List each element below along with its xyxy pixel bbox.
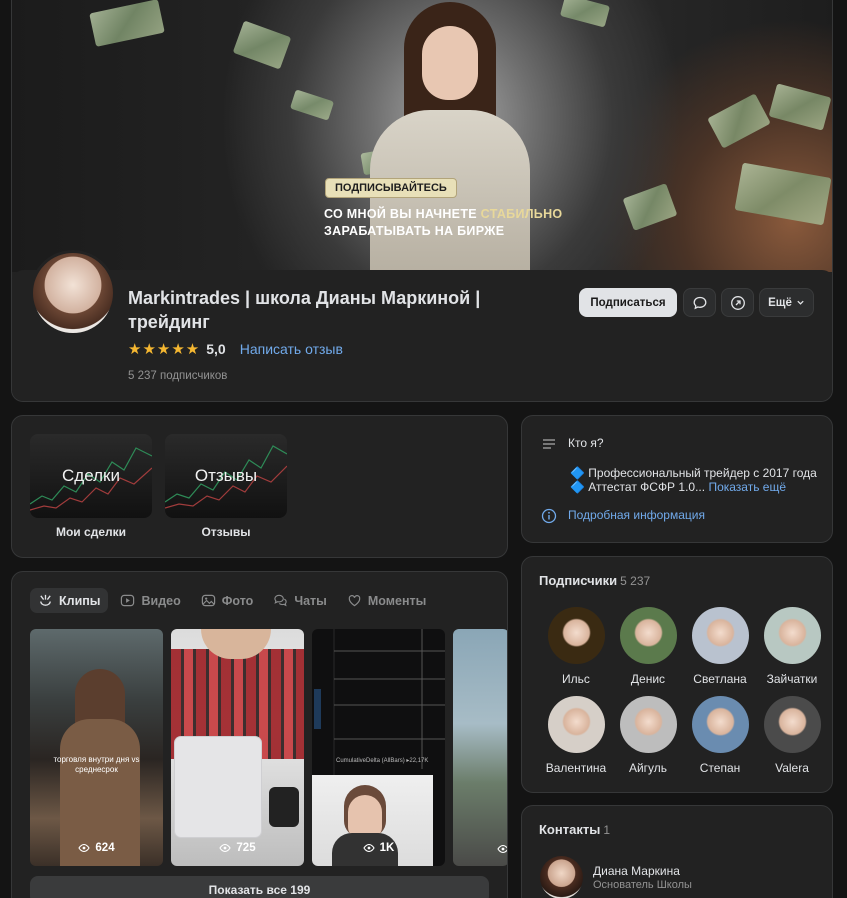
profile-header: ПОДПИСЫВАЙТЕСЬ СО МНОЙ ВЫ НАЧНЕТЕ СТАБИЛ…	[11, 0, 833, 402]
follower-name: Валентина	[545, 761, 607, 775]
eye-icon	[363, 843, 375, 853]
clip-card[interactable]: CumulativeDelta (AllBars) ▸22,17K 1K	[312, 629, 445, 866]
contact-name[interactable]: Диана Маркина	[593, 864, 680, 878]
contact-avatar[interactable]	[540, 856, 583, 898]
photo-icon	[201, 594, 215, 607]
eye-icon	[219, 843, 232, 853]
tab-chats[interactable]: Чаты	[265, 588, 335, 613]
tab-video[interactable]: Видео	[112, 588, 188, 613]
clip-caption: торговля внутри дня vs среднесрок	[53, 755, 140, 774]
about-line: 🔷 Профессиональный трейдер с 2017 года	[570, 466, 817, 480]
eye-icon	[78, 843, 91, 853]
clip-views	[453, 844, 507, 854]
shortcut-caption[interactable]: Мои сделки	[30, 525, 152, 539]
follower-name: Valera	[775, 761, 809, 775]
followers-title[interactable]: Подписчики 5 237	[539, 573, 650, 588]
follower-avatar[interactable]	[547, 696, 605, 753]
clip-overlay-text: CumulativeDelta (AllBars) ▸22,17K	[336, 758, 429, 764]
follower-avatar[interactable]	[691, 607, 749, 664]
message-button[interactable]	[683, 288, 716, 317]
shortcut-caption[interactable]: Отзывы	[165, 525, 287, 539]
subscribers-count[interactable]: 5 237 подписчиков	[128, 370, 227, 382]
follower-avatar[interactable]	[547, 607, 605, 664]
clip-views: 725	[171, 842, 304, 854]
follower-item[interactable]: Зайчатки	[756, 607, 828, 686]
rating-stars: ★★★★★	[128, 341, 201, 358]
list-icon	[543, 439, 555, 449]
rating-value: 5,0	[206, 341, 226, 357]
chevron-down-icon	[797, 300, 804, 305]
show-more-link[interactable]: Показать ещё	[708, 480, 786, 494]
cover-slogan-line-2: ЗАРАБАТЫВАТЬ НА БИРЖЕ	[324, 224, 505, 238]
shortcut-tile-deals[interactable]: Сделки	[30, 434, 152, 518]
chat-bubble-icon	[693, 296, 706, 309]
shortcut-tile-label: Отзывы	[194, 466, 258, 485]
followers-panel: Подписчики 5 237 Ильс Денис Светлана Зайчатк…	[521, 556, 833, 793]
rating-row: ★★★★★ 5,0 Написать отзыв	[128, 340, 343, 358]
follower-item[interactable]: Ильс	[540, 607, 612, 686]
clip-views: 1K	[312, 842, 445, 854]
clip-card[interactable]: 725	[171, 629, 304, 866]
cover-image: ПОДПИСЫВАЙТЕСЬ СО МНОЙ ВЫ НАЧНЕТЕ СТАБИЛ…	[12, 0, 832, 272]
subscribe-button[interactable]: Подписаться	[579, 288, 677, 317]
clip-card[interactable]	[453, 629, 507, 866]
shortcut-tile-reviews[interactable]: Отзывы	[165, 434, 287, 518]
clips-icon	[40, 594, 51, 606]
moments-icon	[348, 595, 361, 607]
follower-item[interactable]: Валентина	[540, 696, 612, 775]
follower-item[interactable]: Valera	[756, 696, 828, 775]
page-title: Markintrades | школа Дианы Маркиной | тр…	[128, 288, 481, 332]
eye-icon	[497, 844, 507, 854]
more-label: Ещё	[768, 296, 792, 309]
follower-name: Степан	[699, 761, 741, 775]
about-line: 🔷 Аттестат ФСФР 1.0... Показать ещё	[570, 480, 787, 494]
follower-avatar[interactable]	[763, 607, 821, 664]
share-button[interactable]	[721, 288, 754, 317]
more-button[interactable]: Ещё	[759, 288, 814, 317]
write-review-link[interactable]: Написать отзыв	[240, 341, 343, 357]
media-panel: Клипы Видео Фото Чаты Моменты торговля в…	[11, 571, 508, 898]
info-icon	[541, 508, 557, 524]
follower-avatar[interactable]	[691, 696, 749, 753]
follower-name: Светлана	[693, 672, 747, 686]
detailed-info-link[interactable]: Подробная информация	[568, 508, 705, 522]
follower-name: Ильс	[562, 672, 590, 686]
follower-item[interactable]: Айгуль	[612, 696, 684, 775]
cover-slogan-line-1: СО МНОЙ ВЫ НАЧНЕТЕ СТАБИЛЬНО	[324, 207, 563, 221]
tab-moments[interactable]: Моменты	[339, 588, 434, 613]
follower-item[interactable]: Денис	[612, 607, 684, 686]
share-arrow-icon	[730, 295, 745, 310]
clip-card[interactable]: торговля внутри дня vs среднесрок 624	[30, 629, 163, 866]
shortcut-tile-label: Сделки	[62, 466, 120, 485]
profile-info: Markintrades | школа Дианы Маркиной | тр…	[12, 250, 832, 401]
tab-clips[interactable]: Клипы	[30, 588, 109, 613]
follower-item[interactable]: Степан	[684, 696, 756, 775]
show-all-button[interactable]: Показать все 199	[30, 876, 489, 898]
contact-role: Основатель Школы	[593, 879, 692, 891]
clip-views: 624	[30, 842, 163, 854]
media-tabs: Клипы Видео Фото Чаты Моменты	[30, 588, 434, 613]
contacts-panel: Контакты 1 Диана Маркина Основатель Школы	[521, 805, 833, 898]
about-panel: Кто я? 🔷 Профессиональный трейдер с 2017…	[521, 415, 833, 543]
follower-name: Денис	[630, 672, 666, 686]
follower-avatar[interactable]	[619, 696, 677, 753]
about-title: Кто я?	[568, 436, 604, 450]
follower-name: Зайчатки	[766, 672, 818, 686]
follower-item[interactable]: Светлана	[684, 607, 756, 686]
follower-name: Айгуль	[628, 761, 668, 775]
avatar[interactable]	[30, 250, 116, 336]
shortcuts-panel: Сделки Мои сделки Отзывы Отзывы	[11, 415, 508, 558]
follower-avatar[interactable]	[763, 696, 821, 753]
follower-avatar[interactable]	[619, 607, 677, 664]
video-icon	[121, 594, 135, 607]
tab-photo[interactable]: Фото	[193, 588, 262, 613]
chats-icon	[274, 594, 288, 607]
cover-badge: ПОДПИСЫВАЙТЕСЬ	[325, 178, 457, 198]
contacts-title[interactable]: Контакты 1	[539, 822, 610, 837]
